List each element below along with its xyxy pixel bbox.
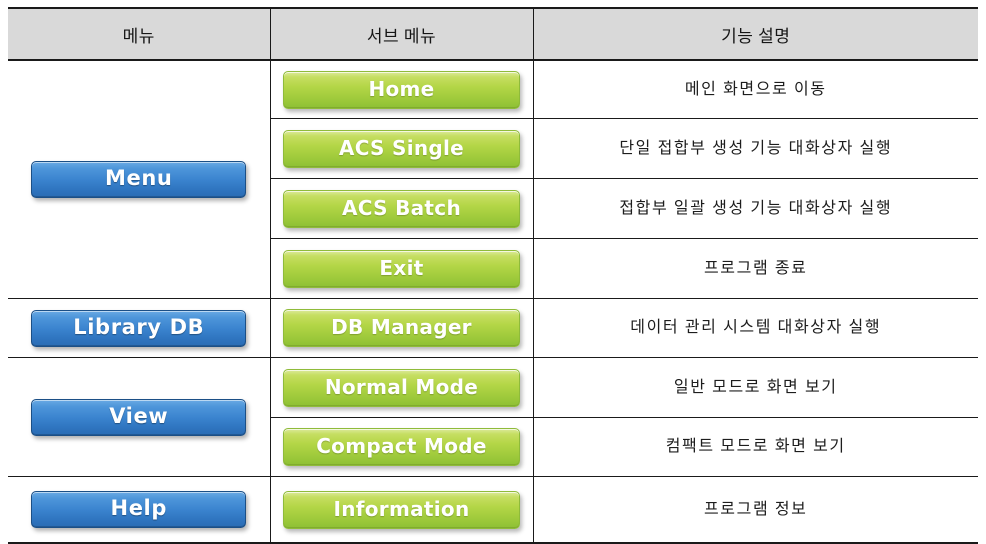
description-cell-normal-mode: 일반 모드로 화면 보기 xyxy=(532,357,978,418)
description-cell-acs-single: 단일 접합부 생성 기능 대화상자 실행 xyxy=(532,118,978,179)
table-row: Library DB DB Manager 데이터 관리 시스템 대화상자 실행 xyxy=(8,298,978,358)
sub-menu-cell-exit: Exit xyxy=(269,238,534,299)
menu-cell-help: Help xyxy=(8,476,271,544)
column-header-description: 기능 설명 xyxy=(532,7,978,61)
table-row: Menu Home 메인 화면으로 이동 xyxy=(8,59,978,299)
sub-menu-cell-acs-batch: ACS Batch xyxy=(269,178,534,239)
sub-menu-cell-compact-mode: Compact Mode xyxy=(269,417,534,477)
sub-menu-button-acs-batch[interactable]: ACS Batch xyxy=(283,189,520,228)
sub-menu-button-home[interactable]: Home xyxy=(283,70,520,109)
description-cell-information: 프로그램 정보 xyxy=(532,476,978,544)
table-row: Help Information 프로그램 정보 xyxy=(8,476,978,544)
description-text: 메인 화면으로 이동 xyxy=(684,80,827,98)
sub-menu-cell-information: Information xyxy=(269,476,534,544)
menu-reference-table: 메뉴 서브 메뉴 기능 설명 Menu Home 메인 화면으로 이동 ACS … xyxy=(8,7,978,544)
description-text: 프로그램 종료 xyxy=(703,259,808,277)
description-text: 컴팩트 모드로 화면 보기 xyxy=(665,438,846,456)
description-text: 프로그램 정보 xyxy=(703,500,808,518)
sub-menu-button-db-manager[interactable]: DB Manager xyxy=(283,309,520,347)
sub-menu-cell-normal-mode: Normal Mode xyxy=(269,357,534,418)
description-cell-db-manager: 데이터 관리 시스템 대화상자 실행 xyxy=(532,298,978,358)
sub-menu-cell-home: Home xyxy=(269,59,534,119)
sub-menu-button-normal-mode[interactable]: Normal Mode xyxy=(283,368,520,407)
menu-cell-library-db: Library DB xyxy=(8,298,271,358)
description-text: 일반 모드로 화면 보기 xyxy=(673,378,838,396)
menu-button-menu[interactable]: Menu xyxy=(31,161,247,198)
menu-button-view[interactable]: View xyxy=(31,398,247,436)
description-cell-acs-batch: 접합부 일괄 생성 기능 대화상자 실행 xyxy=(532,178,978,239)
table-header: 메뉴 서브 메뉴 기능 설명 xyxy=(8,7,978,61)
sub-menu-cell-db-manager: DB Manager xyxy=(269,298,534,358)
column-header-sub-menu: 서브 메뉴 xyxy=(269,7,534,61)
sub-menu-button-acs-single[interactable]: ACS Single xyxy=(283,129,520,168)
menu-cell-view: View xyxy=(8,357,271,477)
menu-button-library-db[interactable]: Library DB xyxy=(31,309,247,347)
description-cell-exit: 프로그램 종료 xyxy=(532,238,978,299)
sub-menu-button-compact-mode[interactable]: Compact Mode xyxy=(283,428,520,466)
menu-reference-table-page: 메뉴 서브 메뉴 기능 설명 Menu Home 메인 화면으로 이동 ACS … xyxy=(0,0,986,544)
description-cell-compact-mode: 컴팩트 모드로 화면 보기 xyxy=(532,417,978,477)
header-row: 메뉴 서브 메뉴 기능 설명 xyxy=(8,7,978,61)
sub-menu-cell-acs-single: ACS Single xyxy=(269,118,534,179)
description-text: 데이터 관리 시스템 대화상자 실행 xyxy=(630,319,882,337)
sub-menu-button-information[interactable]: Information xyxy=(283,490,520,529)
description-text: 접합부 일괄 생성 기능 대화상자 실행 xyxy=(619,199,893,217)
table-row: View Normal Mode 일반 모드로 화면 보기 xyxy=(8,357,978,477)
table-body: Menu Home 메인 화면으로 이동 ACS Single 단일 접합부 생… xyxy=(8,59,978,544)
column-header-menu: 메뉴 xyxy=(8,7,271,61)
description-cell-home: 메인 화면으로 이동 xyxy=(532,59,978,119)
sub-menu-button-exit[interactable]: Exit xyxy=(283,249,520,288)
menu-button-help[interactable]: Help xyxy=(31,491,247,528)
menu-cell-menu: Menu xyxy=(8,59,271,299)
description-text: 단일 접합부 생성 기능 대화상자 실행 xyxy=(619,139,893,157)
